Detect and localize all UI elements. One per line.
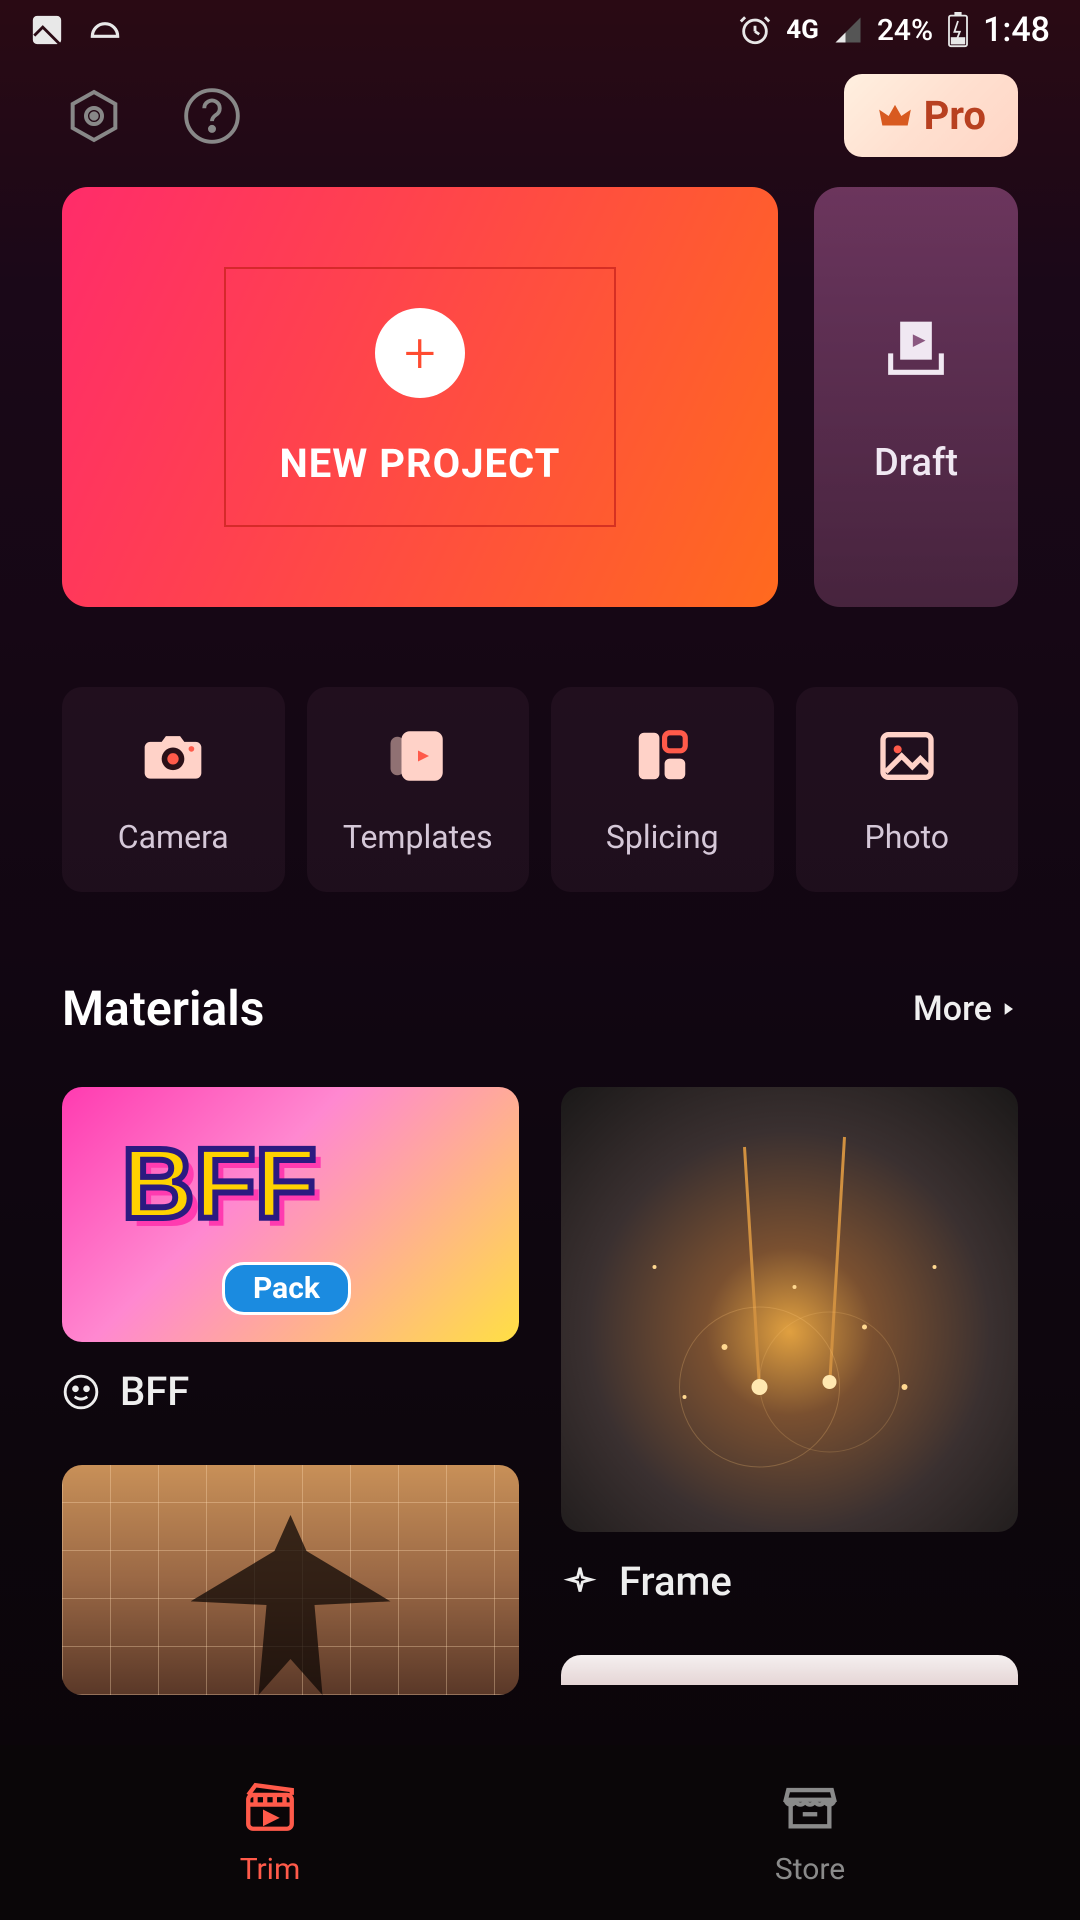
plus-icon: + [375,308,465,398]
bottom-nav: Trim Store [0,1745,1080,1920]
nav-store-label: Store [775,1852,845,1887]
material-caption-label: BFF [120,1368,189,1415]
battery-pct-label: 24% [877,13,933,48]
picture-icon [30,13,64,47]
new-project-button[interactable]: + NEW PROJECT [62,187,778,607]
material-thumbnail [62,1465,519,1695]
material-item-peek[interactable] [561,1655,1018,1685]
network-label: 4G [786,15,819,45]
new-project-frame: + NEW PROJECT [224,267,616,527]
templates-icon [385,724,451,788]
draft-button[interactable]: Draft [814,187,1018,607]
help-icon[interactable] [180,84,244,148]
splicing-tile[interactable]: Splicing [551,687,774,892]
material-thumbnail: BFF Pack [62,1087,519,1342]
app-header: Pro [0,60,1080,187]
photo-icon [875,724,939,788]
material-item-grid[interactable] [62,1465,519,1695]
sparkle-icon [561,1563,599,1601]
materials-title: Materials [62,980,264,1037]
settings-icon[interactable] [62,84,126,148]
signal-icon [833,15,863,45]
more-link[interactable]: More [913,989,1018,1029]
more-label: More [913,989,992,1029]
chevron-right-icon [998,999,1018,1019]
clock-label: 1:48 [983,10,1050,50]
photo-label: Photo [865,818,949,856]
camera-icon [139,724,207,788]
bff-pack-badge: Pack [222,1262,351,1315]
material-thumbnail [561,1655,1018,1685]
material-item-bff[interactable]: BFF Pack BFF [62,1087,519,1415]
nav-store[interactable]: Store [540,1745,1080,1920]
draft-icon [878,309,954,385]
pro-label: Pro [924,92,986,139]
crown-icon [876,97,914,135]
bff-art-title: BFF [122,1127,316,1242]
templates-tile[interactable]: Templates [307,687,530,892]
material-item-frame[interactable]: Frame [561,1087,1018,1605]
smiley-icon [62,1373,100,1411]
status-bar: 4G 24% 1:48 [0,0,1080,60]
draft-label: Draft [874,441,958,485]
nav-trim-label: Trim [240,1852,301,1887]
store-icon [781,1778,839,1836]
nav-trim[interactable]: Trim [0,1745,540,1920]
material-thumbnail [561,1087,1018,1532]
camera-label: Camera [118,818,229,856]
new-project-label: NEW PROJECT [280,440,561,487]
dome-icon [86,11,124,49]
trim-icon [241,1778,299,1836]
templates-label: Templates [343,818,493,856]
pro-badge[interactable]: Pro [844,74,1018,157]
splicing-icon [631,724,693,788]
battery-icon [947,12,969,48]
splicing-label: Splicing [606,818,719,856]
camera-tile[interactable]: Camera [62,687,285,892]
photo-tile[interactable]: Photo [796,687,1019,892]
alarm-icon [738,13,772,47]
material-caption-label: Frame [619,1558,732,1605]
